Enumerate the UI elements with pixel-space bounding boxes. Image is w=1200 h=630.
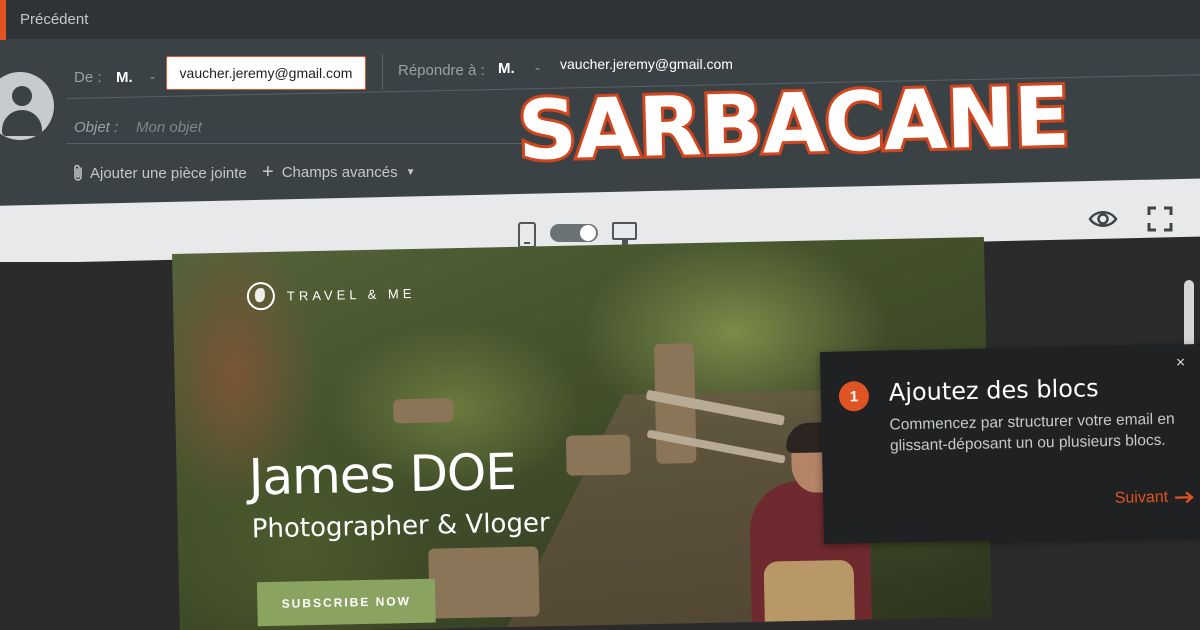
subject-input[interactable] [136, 116, 496, 138]
plus-icon: + [262, 161, 274, 183]
top-bar: Précédent [0, 0, 1200, 40]
reply-to-email-field[interactable]: vaucher.jeremy@gmail.com [560, 56, 733, 72]
previous-button[interactable]: Précédent [20, 11, 88, 28]
brand-header: TRAVEL & ME [246, 279, 416, 311]
accent-stripe [0, 0, 6, 40]
person-backpack [763, 559, 856, 630]
avatar-head [12, 86, 32, 106]
reply-to-label: Répondre à : [398, 62, 485, 79]
onboarding-tooltip: × 1 Ajoutez des blocs Commencez par stru… [820, 343, 1200, 544]
hero-photo-post [565, 434, 631, 476]
divider [66, 143, 536, 144]
fullscreen-icon[interactable] [1147, 206, 1173, 232]
next-label: Suivant [1114, 488, 1169, 507]
subscribe-button[interactable]: SUBSCRIBE NOW [256, 578, 436, 627]
desktop-view-icon[interactable] [612, 222, 637, 246]
globe-icon [246, 281, 276, 311]
from-separator: - [150, 69, 155, 86]
hero-photo-post [428, 546, 540, 619]
step-badge: 1 [838, 380, 870, 412]
add-attachment-button[interactable]: Ajouter une pièce jointe [72, 164, 247, 182]
arrow-right-icon [1175, 491, 1194, 504]
tooltip-body: Commencez par structurer votre email en … [889, 410, 1175, 455]
hero-photo-post [393, 398, 454, 424]
reply-to-name[interactable]: M. [498, 60, 515, 77]
mobile-view-icon[interactable] [518, 222, 536, 248]
subject-label: Objet : [74, 119, 119, 136]
avatar-shoulders [2, 110, 42, 136]
close-icon[interactable]: × [1176, 354, 1186, 372]
paperclip-icon [74, 164, 82, 181]
preview-eye-icon[interactable] [1088, 208, 1118, 230]
hero-subtitle: Photographer & Vloger [251, 508, 550, 545]
reply-separator: - [535, 60, 540, 77]
next-button[interactable]: Suivant [1115, 488, 1195, 508]
toggle-knob [580, 225, 596, 241]
chevron-down-icon: ▼ [405, 167, 416, 178]
advanced-fields-button[interactable]: + Champs avancés ▼ [262, 161, 416, 184]
vertical-divider [382, 54, 383, 90]
brand-name: TRAVEL & ME [286, 285, 416, 304]
advanced-fields-label: Champs avancés [281, 164, 398, 181]
view-toggle[interactable] [550, 224, 598, 242]
from-name[interactable]: M. [116, 69, 133, 86]
avatar[interactable] [0, 72, 54, 140]
from-label: De : [74, 69, 102, 86]
sarbacane-logo: SARBACANE [514, 67, 1073, 182]
hero-title: James DOE [248, 442, 517, 507]
from-email-field[interactable]: vaucher.jeremy@gmail.com [166, 56, 366, 90]
add-attachment-label: Ajouter une pièce jointe [90, 164, 247, 182]
tooltip-title: Ajoutez des blocs [888, 374, 1099, 407]
canvas-scrollbar[interactable] [1184, 280, 1194, 350]
